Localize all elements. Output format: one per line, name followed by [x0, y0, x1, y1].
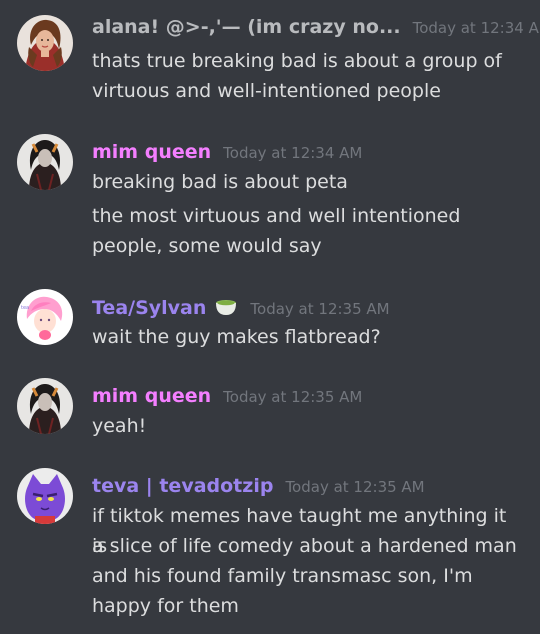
- avatar-image: [17, 134, 73, 190]
- author-name[interactable]: mim queen: [92, 137, 211, 167]
- message-text: and his found family transmasc son, I'm: [92, 565, 473, 587]
- message-text: yeah!: [92, 415, 147, 437]
- author-name[interactable]: alana! @>-,'— (im crazy no...: [92, 12, 401, 42]
- message-group: mim queen Today at 12:35 AM yeah!: [0, 378, 540, 451]
- message-group: mim queen Today at 12:34 AM breaking bad…: [0, 134, 540, 267]
- message-group: alana! @>-,'— (im crazy no... Today at 1…: [0, 12, 540, 112]
- author-name[interactable]: Tea/Sylvan: [92, 293, 206, 323]
- timestamp: Today at 12:35 AM: [223, 388, 363, 406]
- avatar-image: tea: [17, 289, 73, 345]
- tea-cup-icon: [214, 295, 238, 317]
- message-header: Tea/Sylvan Today at 12:35 AM: [92, 292, 390, 322]
- message-header: mim queen Today at 12:34 AM: [92, 137, 362, 167]
- avatar-image: [17, 378, 73, 434]
- message-text: the most virtuous and well intentioned: [92, 205, 461, 227]
- chat-log: alana! @>-,'— (im crazy no... Today at 1…: [0, 0, 540, 634]
- message-text: breaking bad is about peta: [92, 171, 348, 193]
- message-text: virtuous and well-intentioned people: [92, 80, 441, 102]
- avatar[interactable]: [17, 134, 73, 190]
- avatar-image: [17, 468, 73, 524]
- avatar[interactable]: tea: [17, 289, 73, 345]
- author-name[interactable]: mim queen: [92, 381, 211, 411]
- message-text: wait the guy makes flatbread?: [92, 326, 381, 348]
- message-text: thats true breaking bad is about a group…: [92, 50, 502, 72]
- message-header: alana! @>-,'— (im crazy no... Today at 1…: [92, 12, 540, 42]
- message-header: teva | tevadotzip Today at 12:35 AM: [92, 471, 425, 501]
- avatar[interactable]: [17, 378, 73, 434]
- message-text: happy for them: [92, 595, 239, 617]
- timestamp: Today at 12:34 AM: [412, 19, 540, 37]
- message-group: tea Tea/Sylvan Today at 12:35 AM wait th…: [0, 289, 540, 362]
- message-text: a slice of life comedy about a hardened …: [92, 535, 517, 557]
- avatar[interactable]: [17, 468, 73, 524]
- timestamp: Today at 12:34 AM: [223, 144, 363, 162]
- svg-text:tea: tea: [21, 305, 29, 311]
- timestamp: Today at 12:35 AM: [285, 478, 425, 496]
- message-text: people, some would say: [92, 235, 322, 257]
- timestamp: Today at 12:35 AM: [250, 300, 390, 318]
- avatar-image: [17, 15, 73, 71]
- avatar[interactable]: [17, 15, 73, 71]
- author-name[interactable]: teva | tevadotzip: [92, 471, 273, 501]
- message-group: teva | tevadotzip Today at 12:35 AM if t…: [0, 468, 540, 621]
- message-header: mim queen Today at 12:35 AM: [92, 381, 362, 411]
